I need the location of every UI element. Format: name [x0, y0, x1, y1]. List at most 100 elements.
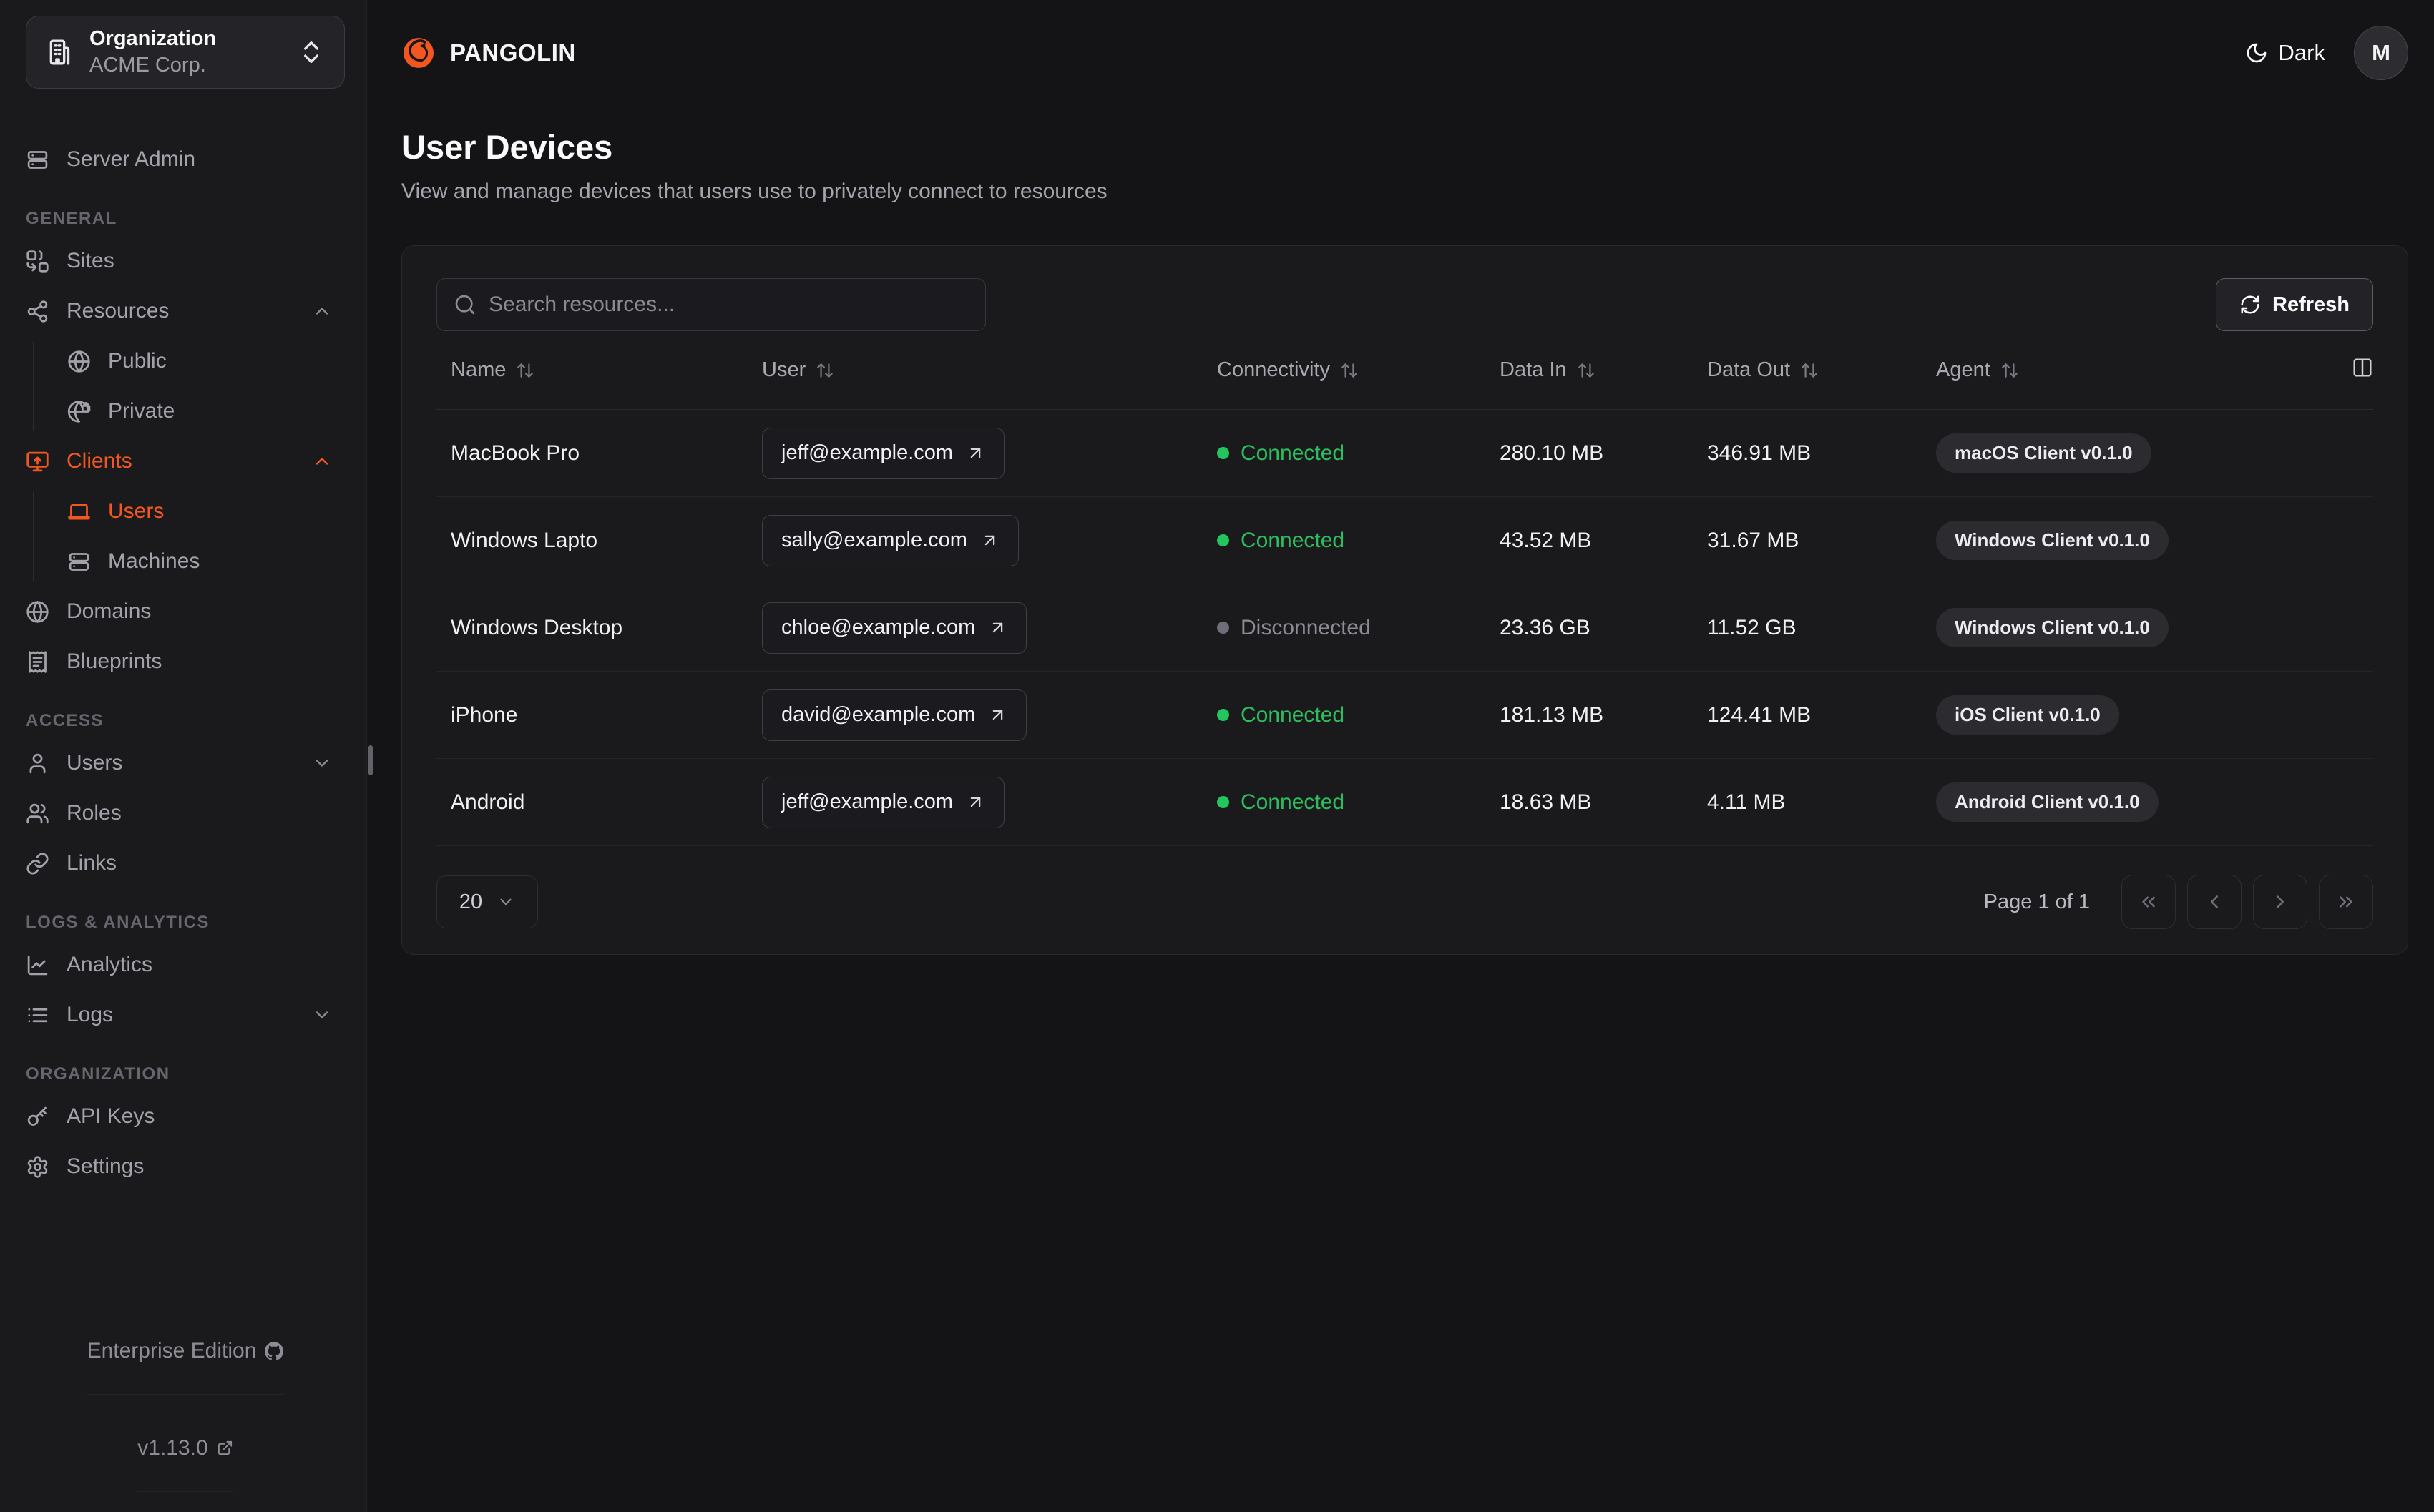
section-general: GENERAL	[26, 209, 117, 228]
chevron-down-icon	[500, 898, 512, 905]
chevron-down-icon	[316, 1011, 328, 1018]
header-user[interactable]: User	[762, 358, 1217, 382]
section-organization: ORGANIZATION	[26, 1064, 170, 1084]
edition-link[interactable]: Enterprise Edition	[87, 1307, 284, 1395]
header-agent[interactable]: Agent	[1936, 358, 2330, 382]
org-selector[interactable]: Organization ACME Corp.	[26, 16, 345, 89]
sidebar-footer: Enterprise Edition v1.13.0	[26, 1307, 345, 1492]
data-out: 31.67 MB	[1707, 528, 1799, 552]
brand-logo[interactable]: PANGOLIN	[401, 36, 576, 70]
user-chip[interactable]: david@example.com	[762, 689, 1027, 741]
header-connectivity[interactable]: Connectivity	[1217, 358, 1500, 382]
columns-icon[interactable]	[2352, 357, 2373, 384]
topbar: PANGOLIN Dark M	[401, 0, 2408, 80]
sidebar-item-clients[interactable]: Clients	[26, 436, 345, 486]
agent-badge: macOS Client v0.1.0	[1936, 433, 2151, 473]
sidebar-item-client-users[interactable]: Users	[67, 486, 345, 536]
avatar[interactable]: M	[2354, 26, 2408, 80]
device-name: Windows Lapto	[451, 528, 598, 552]
arrow-up-right-icon	[992, 710, 1003, 720]
refresh-button[interactable]: Refresh	[2216, 278, 2373, 331]
prev-page-button[interactable]	[2187, 875, 2242, 929]
user-chip[interactable]: sally@example.com	[762, 514, 1019, 566]
last-page-button[interactable]	[2319, 875, 2373, 929]
gear-icon	[27, 1155, 48, 1178]
status-dot	[1217, 534, 1229, 546]
search-input[interactable]	[436, 278, 986, 331]
receipt-icon	[29, 650, 47, 673]
globe-lock-icon	[67, 400, 91, 423]
sidebar-item-analytics[interactable]: Analytics	[26, 940, 345, 990]
user-icon	[29, 753, 46, 773]
version-link[interactable]: v1.13.0	[137, 1405, 233, 1492]
user-chip[interactable]: jeff@example.com	[762, 776, 1005, 828]
user-chip[interactable]: jeff@example.com	[762, 427, 1005, 479]
chart-icon	[27, 955, 48, 975]
first-page-button[interactable]	[2121, 875, 2176, 929]
sidebar-item-logs[interactable]: Logs	[26, 990, 345, 1040]
status-badge: Connected	[1217, 703, 1500, 727]
device-name: iPhone	[451, 702, 518, 727]
sidebar-item-api-keys[interactable]: API Keys	[26, 1091, 345, 1142]
sidebar-item-roles[interactable]: Roles	[26, 788, 345, 838]
monitor-up-icon	[26, 451, 49, 471]
theme-toggle[interactable]: Dark	[2245, 40, 2325, 66]
org-value: ACME Corp.	[89, 54, 206, 77]
link-icon	[26, 853, 49, 874]
arrow-up-right-icon	[970, 448, 981, 458]
sidebar-item-settings[interactable]: Settings	[26, 1142, 345, 1192]
sidebar-item-private[interactable]: Private	[67, 386, 345, 436]
globe-icon	[68, 350, 90, 373]
section-access: ACCESS	[26, 711, 104, 730]
status-badge: Connected	[1217, 441, 1500, 466]
chevron-left-icon	[2211, 895, 2218, 908]
sidebar-scrollbar[interactable]	[368, 745, 373, 775]
status-badge: Connected	[1217, 790, 1500, 815]
status-dot	[1217, 796, 1229, 808]
sort-icon	[1578, 363, 1594, 378]
sites-icon	[26, 250, 49, 273]
devices-card: Refresh Name User Connectivity Data In D…	[401, 245, 2408, 955]
data-out: 11.52 GB	[1707, 615, 1797, 639]
sort-icon	[1802, 363, 1817, 378]
sidebar-item-users[interactable]: Users	[26, 738, 345, 788]
sidebar-item-domains[interactable]: Domains	[26, 586, 345, 637]
page-subtitle: View and manage devices that users use t…	[401, 180, 1108, 203]
sidebar-item-resources[interactable]: Resources	[26, 286, 345, 336]
header-data-out[interactable]: Data Out	[1707, 358, 1936, 382]
status-dot	[1217, 447, 1229, 459]
sidebar-item-public[interactable]: Public	[67, 336, 345, 386]
sidebar-item-sites[interactable]: Sites	[26, 236, 345, 286]
agent-badge: Windows Client v0.1.0	[1936, 521, 2169, 560]
device-name: MacBook Pro	[451, 441, 580, 465]
header-data-in[interactable]: Data In	[1500, 358, 1707, 382]
refresh-icon	[2241, 295, 2259, 314]
server-icon	[27, 150, 48, 169]
data-out: 346.91 MB	[1707, 441, 1812, 465]
status-dot	[1217, 709, 1229, 721]
page-info: Page 1 of 1	[1983, 890, 2090, 913]
chevrons-left-icon	[2142, 896, 2155, 908]
chevron-up-icon	[316, 308, 328, 315]
search-icon	[455, 295, 475, 315]
data-in: 181.13 MB	[1500, 702, 1604, 727]
sort-icon	[2001, 363, 2018, 378]
sidebar-item-links[interactable]: Links	[26, 838, 345, 888]
next-page-button[interactable]	[2253, 875, 2307, 929]
sidebar-item-server-admin[interactable]: Server Admin	[26, 134, 345, 185]
user-chip[interactable]: chloe@example.com	[762, 602, 1027, 654]
external-link-icon	[218, 1440, 232, 1455]
sidebar-item-machines[interactable]: Machines	[67, 536, 345, 586]
agent-badge: Android Client v0.1.0	[1936, 782, 2159, 822]
sort-icon	[817, 363, 834, 378]
sort-icon	[517, 363, 534, 378]
header-name[interactable]: Name	[436, 358, 762, 382]
chevrons-right-icon	[2340, 896, 2352, 908]
data-in: 18.63 MB	[1500, 790, 1592, 814]
key-icon	[27, 1106, 47, 1126]
sidebar-item-blueprints[interactable]: Blueprints	[26, 637, 345, 687]
page-title: User Devices	[401, 128, 613, 166]
page-size-select[interactable]: 20	[436, 875, 538, 928]
status-dot	[1217, 622, 1229, 634]
status-badge: Disconnected	[1217, 616, 1500, 640]
